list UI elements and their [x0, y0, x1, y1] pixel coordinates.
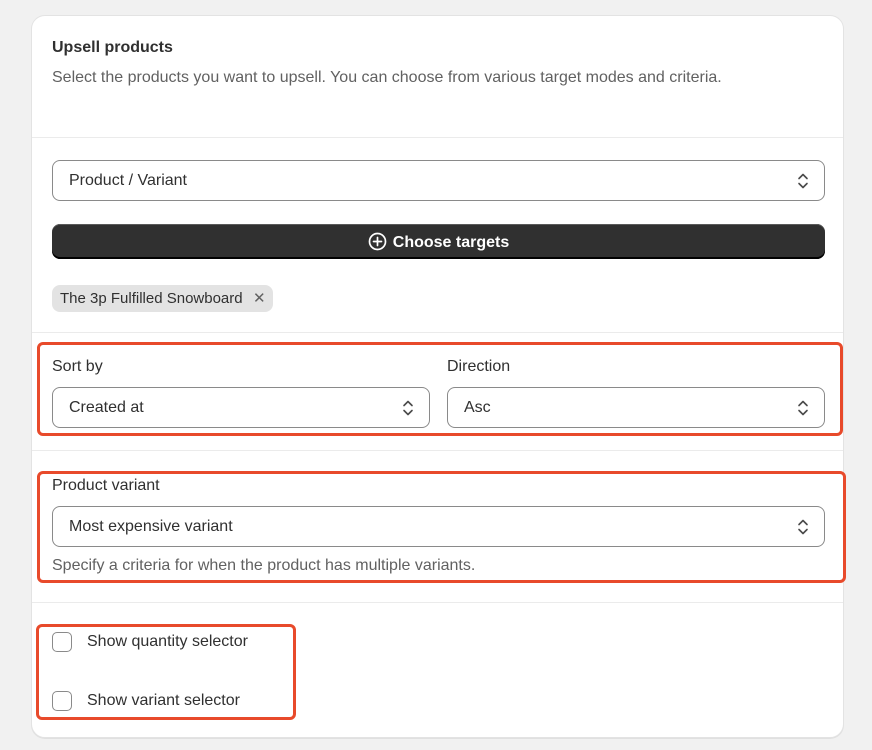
direction-label: Direction	[447, 358, 511, 375]
product-variant-label: Product variant	[52, 477, 160, 494]
show-variant-selector-label: Show variant selector	[87, 692, 240, 709]
section-divider	[32, 332, 843, 333]
section-divider	[32, 137, 843, 138]
checkbox-box[interactable]	[52, 632, 72, 652]
card-title: Upsell products	[52, 39, 173, 56]
plus-circle-icon	[368, 232, 387, 251]
card-description: Select the products you want to upsell. …	[52, 69, 722, 86]
selected-target-tag: The 3p Fulfilled Snowboard ✕	[52, 285, 273, 312]
selected-target-label: The 3p Fulfilled Snowboard	[60, 290, 243, 307]
section-divider	[32, 450, 843, 451]
select-chevron-icon	[798, 519, 808, 535]
upsell-products-card: Upsell products Select the products you …	[31, 15, 844, 738]
choose-targets-button[interactable]: Choose targets	[52, 224, 825, 259]
select-chevron-icon	[798, 400, 808, 416]
select-chevron-icon	[403, 400, 413, 416]
close-icon[interactable]: ✕	[253, 285, 266, 312]
choose-targets-label: Choose targets	[392, 234, 510, 251]
product-variant-select[interactable]: Most expensive variant	[52, 506, 825, 547]
product-variant-help-text: Specify a criteria for when the product …	[52, 557, 476, 574]
target-mode-select[interactable]: Product / Variant	[52, 160, 825, 201]
product-variant-value: Most expensive variant	[69, 518, 233, 535]
checkbox-box[interactable]	[52, 691, 72, 711]
sort-by-label: Sort by	[52, 358, 103, 375]
select-chevron-icon	[798, 173, 808, 189]
sort-by-value: Created at	[69, 399, 144, 416]
direction-value: Asc	[464, 399, 491, 416]
direction-select[interactable]: Asc	[447, 387, 825, 428]
section-divider	[32, 602, 843, 603]
target-mode-value: Product / Variant	[69, 172, 187, 189]
show-quantity-selector-label: Show quantity selector	[87, 633, 248, 650]
sort-by-select[interactable]: Created at	[52, 387, 430, 428]
